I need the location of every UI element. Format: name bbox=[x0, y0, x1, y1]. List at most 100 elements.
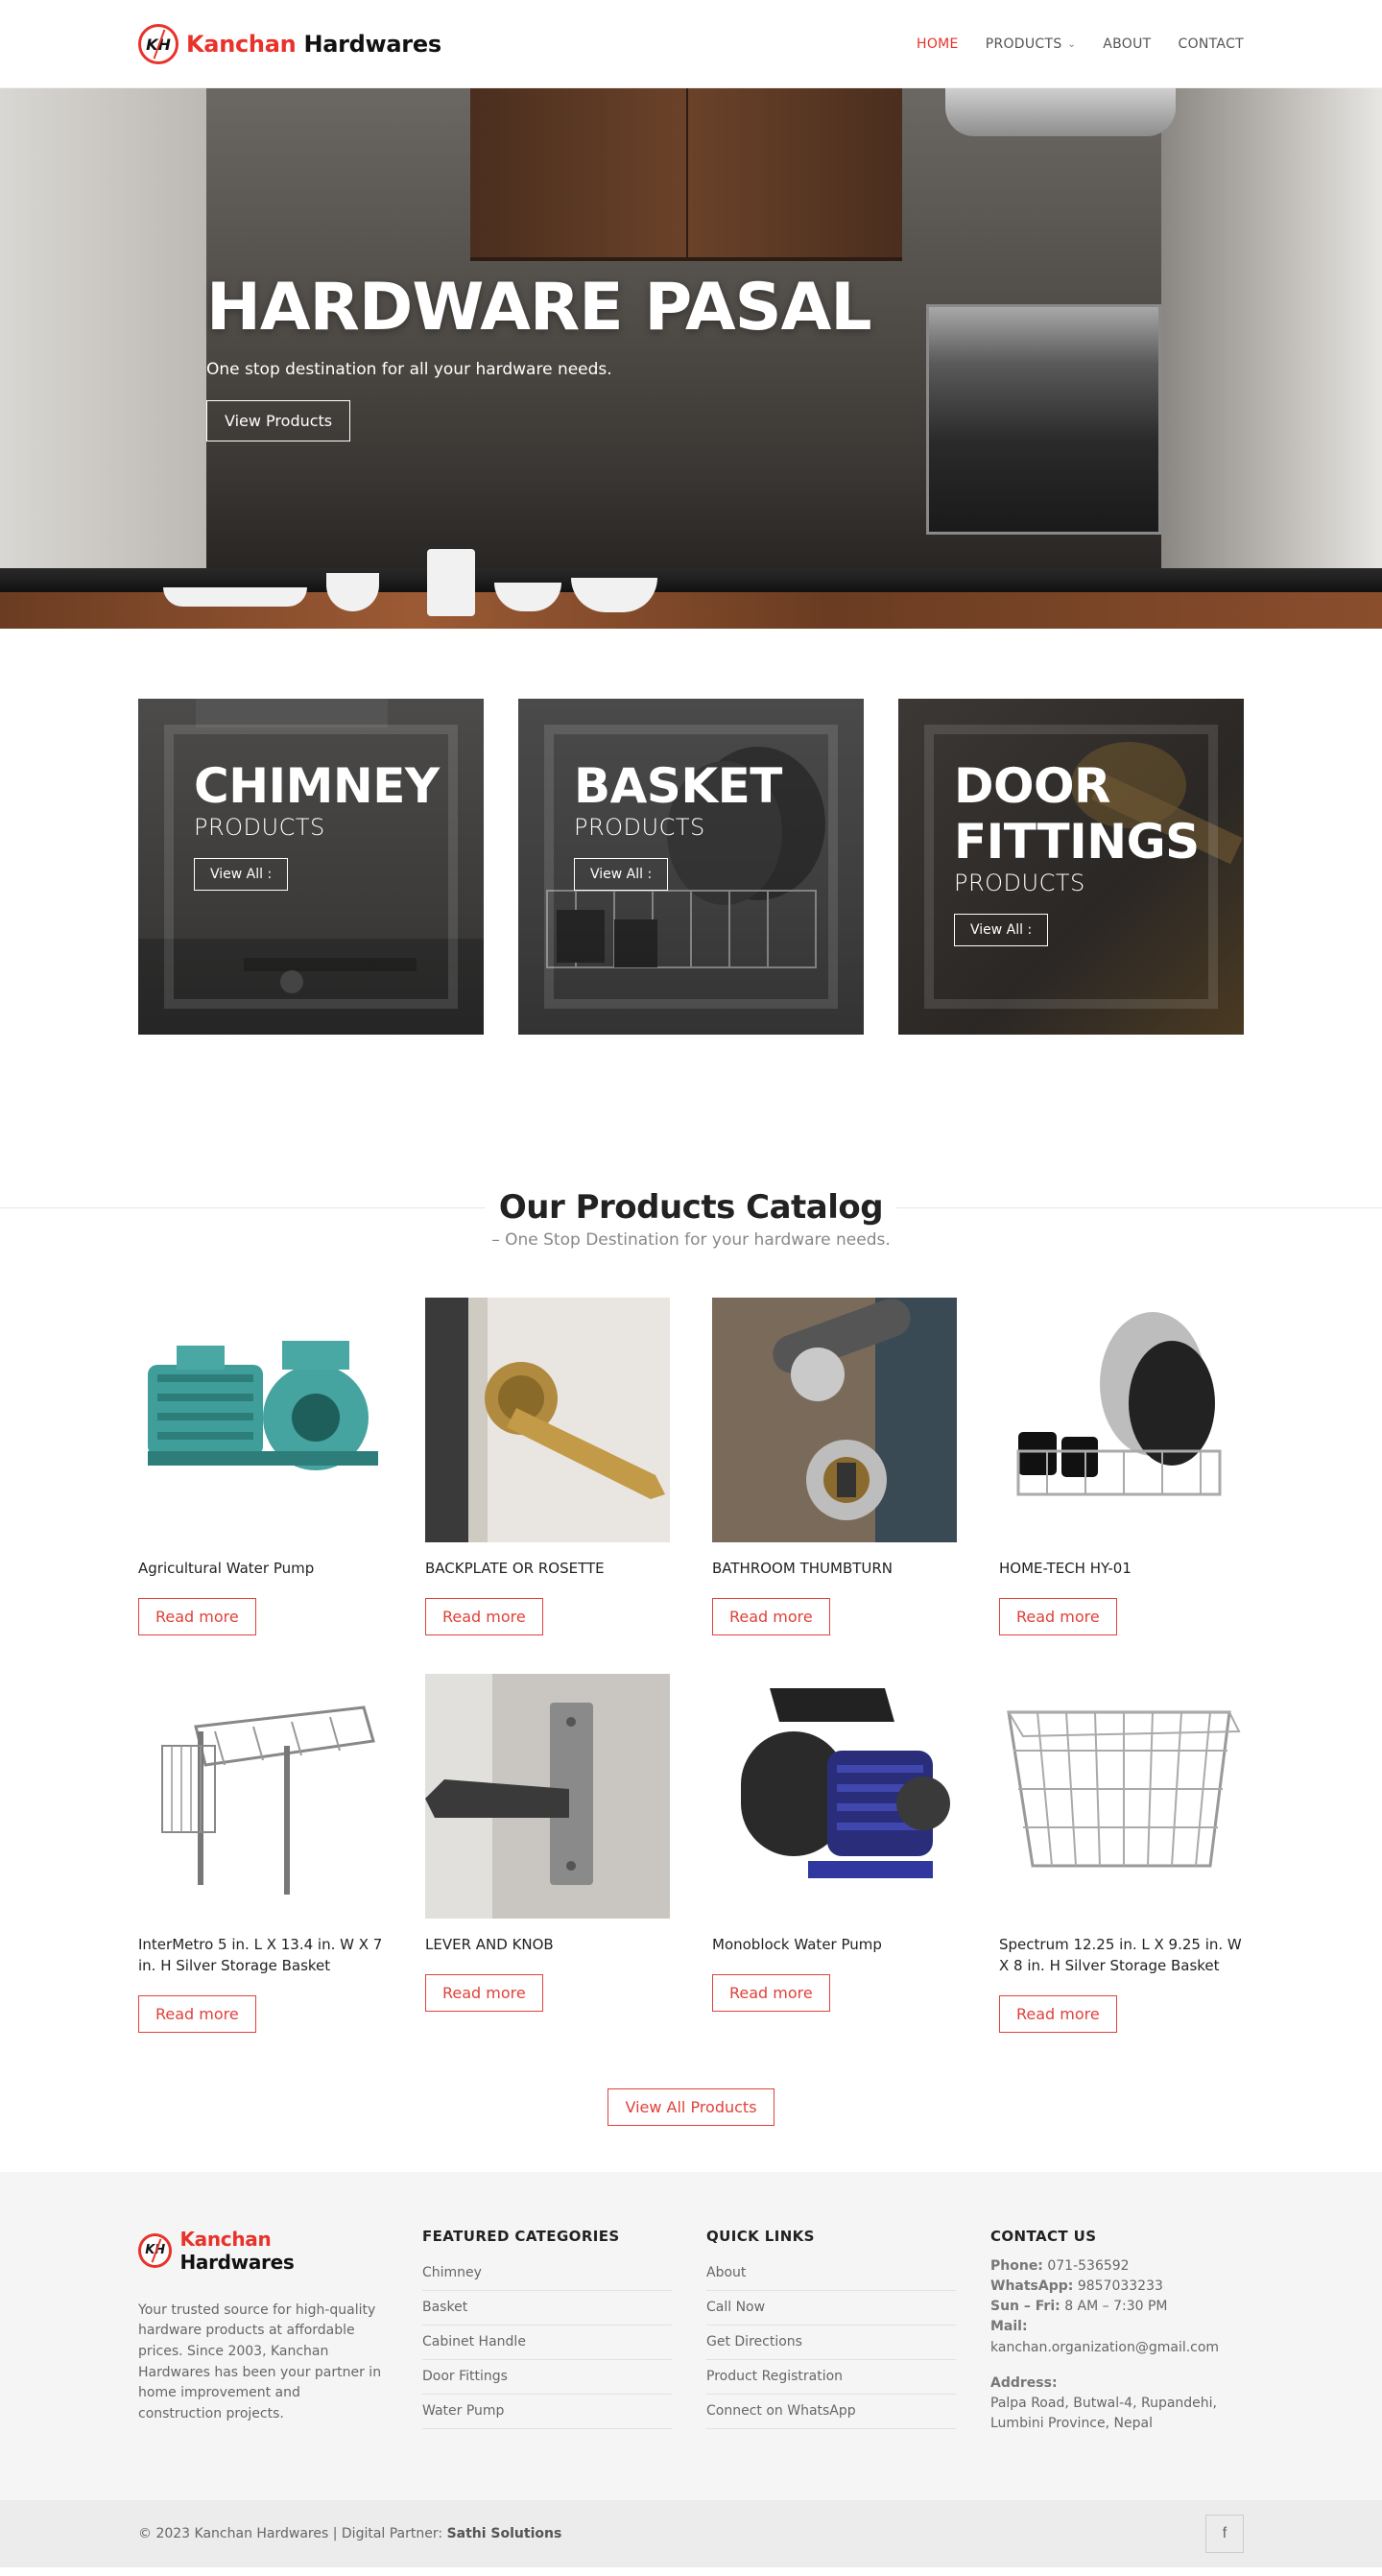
product-name[interactable]: BACKPLATE OR ROSETTE bbox=[425, 1559, 670, 1580]
footer-bottom-bar: © 2023 Kanchan Hardwares | Digital Partn… bbox=[0, 2499, 1382, 2567]
product-name[interactable]: BATHROOM THUMBTURN bbox=[712, 1559, 957, 1580]
footer-logo[interactable]: KH Kanchan Hardwares bbox=[138, 2228, 388, 2274]
chevron-down-icon: ⌄ bbox=[1067, 38, 1077, 50]
catalog-title: Our Products Catalog bbox=[485, 1188, 897, 1227]
view-all-door-fittings-button[interactable]: View All : bbox=[954, 914, 1049, 946]
category-tile-door-fittings[interactable]: DOOR FITTINGS PRODUCTS View All : bbox=[898, 699, 1244, 1035]
main-nav: HOME PRODUCTS ⌄ ABOUT CONTACT bbox=[917, 36, 1244, 52]
tile-text: DOOR FITTINGS PRODUCTS View All : bbox=[954, 758, 1200, 946]
logo-text: Kanchan Hardwares bbox=[179, 2227, 295, 2274]
footer-link-call-now[interactable]: Call Now bbox=[706, 2291, 956, 2326]
hero-bg-cabinet bbox=[470, 88, 902, 261]
product-name[interactable]: Monoblock Water Pump bbox=[712, 1935, 957, 1956]
footer-about-text: Your trusted source for high-quality har… bbox=[138, 2302, 382, 2421]
view-all-basket-button[interactable]: View All : bbox=[574, 858, 669, 891]
view-all-chimney-button[interactable]: View All : bbox=[194, 858, 289, 891]
product-name[interactable]: LEVER AND KNOB bbox=[425, 1935, 670, 1956]
read-more-button[interactable]: Read more bbox=[712, 1974, 830, 2012]
view-all-products-button[interactable]: View All Products bbox=[608, 2087, 774, 2126]
category-tile-basket[interactable]: BASKET PRODUCTS View All : bbox=[518, 699, 864, 1035]
footer-link-about[interactable]: About bbox=[706, 2256, 956, 2291]
product-name[interactable]: Spectrum 12.25 in. L X 9.25 in. W X 8 in… bbox=[999, 1935, 1244, 1977]
footer-about: KH Kanchan Hardwares Your trusted source… bbox=[138, 2228, 388, 2435]
product-card: Monoblock Water Pump Read more bbox=[712, 1674, 957, 2033]
footer-featured-categories: FEATURED CATEGORIES Chimney Basket Cabin… bbox=[422, 2228, 672, 2435]
site-logo[interactable]: KH Kanchan Hardwares bbox=[138, 24, 441, 64]
hero-bg-vase bbox=[427, 549, 475, 616]
wire-shelf-basket-image[interactable] bbox=[138, 1674, 383, 1919]
monoblock-pump-image[interactable] bbox=[712, 1674, 957, 1919]
footer-link-get-directions[interactable]: Get Directions bbox=[706, 2326, 956, 2360]
lever-handle-image[interactable] bbox=[425, 1674, 670, 1919]
contact-hours: 8 AM – 7:30 PM bbox=[1064, 2299, 1168, 2315]
contact-phone[interactable]: 071-536592 bbox=[1047, 2258, 1129, 2274]
logo-text: Kanchan Hardwares bbox=[186, 31, 441, 58]
products-catalog: Our Products Catalog – One Stop Destinat… bbox=[0, 1035, 1382, 2126]
tile-subtitle: PRODUCTS bbox=[194, 814, 325, 841]
product-card: Spectrum 12.25 in. L X 9.25 in. W X 8 in… bbox=[999, 1674, 1244, 2033]
tile-title: BASKET bbox=[574, 758, 782, 814]
nav-home[interactable]: HOME bbox=[917, 36, 959, 52]
footer-link-water-pump[interactable]: Water Pump bbox=[422, 2395, 672, 2429]
footer-heading: CONTACT US bbox=[990, 2227, 1097, 2245]
read-more-button[interactable]: Read more bbox=[425, 1598, 543, 1635]
read-more-button[interactable]: Read more bbox=[712, 1598, 830, 1635]
footer-heading: QUICK LINKS bbox=[706, 2227, 815, 2245]
wire-basket-image[interactable] bbox=[999, 1674, 1244, 1919]
product-card: HOME-TECH HY-01 Read more bbox=[999, 1298, 1244, 1635]
category-tile-chimney[interactable]: CHIMNEY PRODUCTS View All : bbox=[138, 699, 484, 1035]
facebook-icon[interactable]: f bbox=[1205, 2514, 1244, 2553]
footer-link-cabinet-handle[interactable]: Cabinet Handle bbox=[422, 2326, 672, 2360]
footer-link-whatsapp[interactable]: Connect on WhatsApp bbox=[706, 2395, 956, 2429]
hero-bg-plate bbox=[163, 587, 307, 607]
product-card: BACKPLATE OR ROSETTE Read more bbox=[425, 1298, 670, 1635]
catalog-header: Our Products Catalog – One Stop Destinat… bbox=[0, 1188, 1382, 1250]
nav-contact[interactable]: CONTACT bbox=[1179, 36, 1245, 52]
copyright-text: © 2023 Kanchan Hardwares | Digital Partn… bbox=[138, 2525, 562, 2541]
view-products-button[interactable]: View Products bbox=[206, 400, 351, 441]
contact-address: Palpa Road, Butwal-4, Rupandehi, Lumbini… bbox=[990, 2396, 1217, 2432]
nav-about[interactable]: ABOUT bbox=[1103, 36, 1151, 52]
product-card: BATHROOM THUMBTURN Read more bbox=[712, 1298, 957, 1635]
footer-link-chimney[interactable]: Chimney bbox=[422, 2256, 672, 2291]
footer-link-basket[interactable]: Basket bbox=[422, 2291, 672, 2326]
dish-rack-image[interactable] bbox=[999, 1298, 1244, 1542]
nav-products[interactable]: PRODUCTS ⌄ bbox=[986, 36, 1077, 52]
product-card: Agricultural Water Pump Read more bbox=[138, 1298, 383, 1635]
tile-text: CHIMNEY PRODUCTS View All : bbox=[194, 758, 440, 891]
footer-link-product-registration[interactable]: Product Registration bbox=[706, 2360, 956, 2395]
thumbturn-lock-image[interactable] bbox=[712, 1298, 957, 1542]
product-name[interactable]: InterMetro 5 in. L X 13.4 in. W X 7 in. … bbox=[138, 1935, 383, 1977]
hero-title: HARDWARE PASAL bbox=[206, 270, 872, 346]
logo-mark-icon: KH bbox=[138, 2232, 173, 2268]
tile-text: BASKET PRODUCTS View All : bbox=[574, 758, 782, 891]
partner-link[interactable]: Sathi Solutions bbox=[447, 2526, 562, 2541]
hero-bg-wall bbox=[0, 88, 206, 629]
read-more-button[interactable]: Read more bbox=[138, 1994, 256, 2033]
product-card: LEVER AND KNOB Read more bbox=[425, 1674, 670, 2033]
tile-subtitle: PRODUCTS bbox=[954, 870, 1085, 896]
site-header: KH Kanchan Hardwares HOME PRODUCTS ⌄ ABO… bbox=[0, 0, 1382, 88]
hero-bg-hood bbox=[945, 88, 1176, 136]
door-handle-gold-image[interactable] bbox=[425, 1298, 670, 1542]
read-more-button[interactable]: Read more bbox=[425, 1974, 543, 2012]
product-name[interactable]: HOME-TECH HY-01 bbox=[999, 1559, 1244, 1580]
footer-main: KH Kanchan Hardwares Your trusted source… bbox=[0, 2171, 1382, 2500]
category-tiles: CHIMNEY PRODUCTS View All : BASKET PRODU… bbox=[0, 629, 1382, 1035]
contact-whatsapp[interactable]: 9857033233 bbox=[1078, 2278, 1163, 2294]
site-footer: KH Kanchan Hardwares Your trusted source… bbox=[0, 2171, 1382, 2567]
footer-heading: FEATURED CATEGORIES bbox=[422, 2227, 620, 2245]
logo-mark-icon: KH bbox=[138, 24, 179, 64]
hero-content: HARDWARE PASAL One stop destination for … bbox=[206, 270, 872, 441]
water-pump-image[interactable] bbox=[138, 1298, 383, 1542]
read-more-button[interactable]: Read more bbox=[138, 1598, 256, 1635]
tile-title: DOOR FITTINGS bbox=[954, 758, 1200, 870]
footer-link-door-fittings[interactable]: Door Fittings bbox=[422, 2360, 672, 2395]
product-name[interactable]: Agricultural Water Pump bbox=[138, 1559, 383, 1580]
read-more-button[interactable]: Read more bbox=[999, 1598, 1117, 1635]
contact-details: Phone: 071-536592 WhatsApp: 9857033233 S… bbox=[990, 2256, 1240, 2435]
hero-banner: HARDWARE PASAL One stop destination for … bbox=[0, 88, 1382, 629]
read-more-button[interactable]: Read more bbox=[999, 1994, 1117, 2033]
catalog-subtitle: – One Stop Destination for your hardware… bbox=[491, 1230, 891, 1250]
contact-email[interactable]: kanchan.organization@gmail.com bbox=[990, 2338, 1240, 2358]
